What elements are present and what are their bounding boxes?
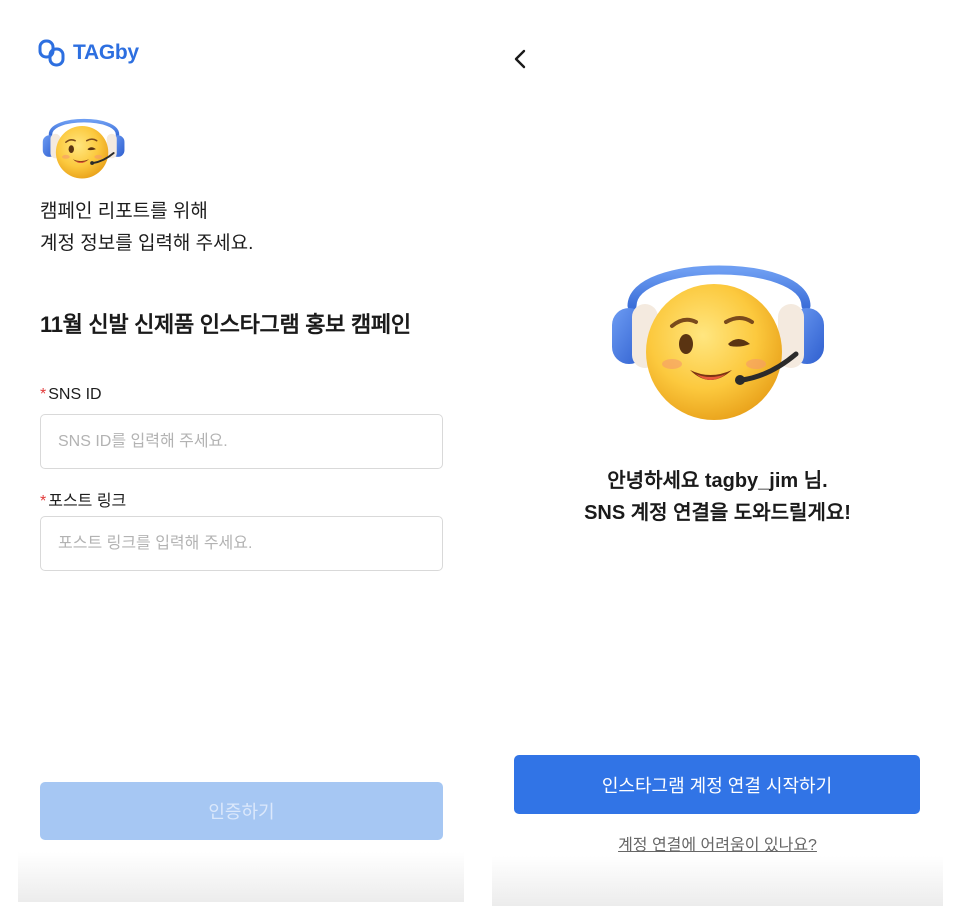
brand-logo: TAGby [37,38,139,68]
bottom-fade [18,852,464,902]
logo-text: TAGby [73,41,139,64]
post-link-input[interactable] [40,516,443,571]
winking-headset-emoji-icon [610,248,828,434]
account-info-panel: TAGby 캠페인 리포트를 위해 계정 정보를 입력해 주세요. 11월 신발… [18,0,464,916]
sns-id-input[interactable] [40,414,443,469]
tagby-logo-icon [38,39,65,67]
chevron-left-icon [514,49,526,69]
intro-line: 계정 정보를 입력해 주세요. [40,233,254,254]
bottom-fade [492,856,943,906]
greeting-line: SNS 계정 연결을 도와드릴게요! [584,502,851,524]
greeting-line: 안녕하세요 tagby_jim 님. [607,470,828,492]
connection-help-link[interactable]: 계정 연결에 어려움이 있나요? [492,831,943,855]
winking-headset-emoji-icon [42,118,126,181]
post-link-label: * 포스트 링크 [40,487,126,511]
sns-connect-panel: 안녕하세요 tagby_jim 님. SNS 계정 연결을 도와드릴게요! 인스… [492,0,943,916]
verify-button[interactable]: 인증하기 [40,782,443,840]
start-instagram-connect-button[interactable]: 인스타그램 계정 연결 시작하기 [514,755,920,814]
post-link-label-text: 포스트 링크 [48,493,127,510]
campaign-title: 11월 신발 신제품 인스타그램 홍보 캠페인 [40,312,411,337]
intro-text: 캠페인 리포트를 위해 계정 정보를 입력해 주세요. [40,196,253,260]
sns-id-label: * SNS ID [40,386,102,404]
required-mark: * [40,493,47,510]
greeting-text: 안녕하세요 tagby_jim 님. SNS 계정 연결을 도와드릴게요! [492,465,943,529]
required-mark: * [40,386,47,403]
back-button[interactable] [508,46,532,72]
sns-id-label-text: SNS ID [48,386,102,403]
intro-line: 캠페인 리포트를 위해 [40,201,208,222]
